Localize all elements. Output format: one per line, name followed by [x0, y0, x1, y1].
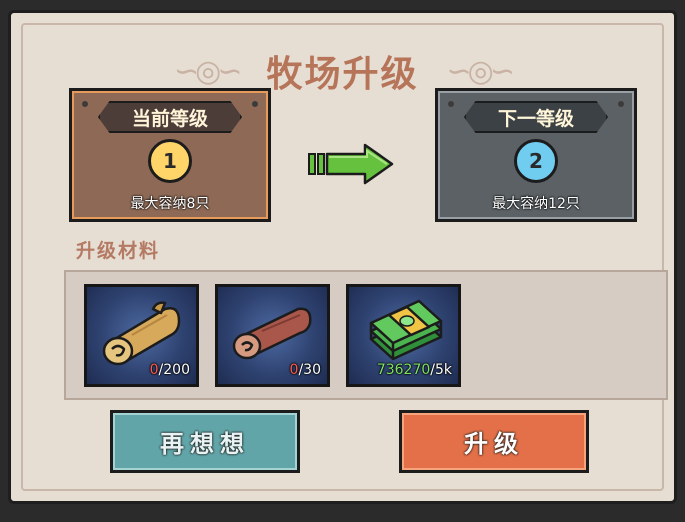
next-level-capacity: 最大容纳12只	[492, 196, 580, 212]
next-level-label: 下一等级	[464, 101, 608, 133]
material-slot-cash[interactable]: 736270/5k	[346, 284, 461, 387]
right-swirl-ornament-icon: ∽◎∽	[446, 53, 515, 89]
material-count: 736270/5k	[377, 362, 452, 378]
material-count: 0/30	[290, 362, 321, 378]
materials-label: 升级材料	[76, 240, 161, 262]
current-level-card: 当前等级 1 最大容纳8只	[69, 88, 271, 222]
arrow-right-icon	[308, 143, 394, 185]
material-count: 0/200	[150, 362, 190, 378]
next-level-card: 下一等级 2 最大容纳12只	[435, 88, 637, 222]
rivet-icon	[252, 101, 258, 107]
rivet-icon	[448, 101, 454, 107]
current-level-label: 当前等级	[98, 101, 242, 133]
current-level-capacity: 最大容纳8只	[130, 196, 210, 212]
current-level-badge: 1	[148, 139, 192, 183]
next-level-badge: 2	[514, 139, 558, 183]
materials-panel: 0/200 0/30 736270/5k	[64, 270, 668, 400]
dialog-title: 牧场升级	[266, 53, 419, 95]
material-need: /30	[298, 362, 321, 378]
rivet-icon	[82, 101, 88, 107]
material-have: 0	[149, 362, 159, 378]
material-slot-dark-log[interactable]: 0/30	[215, 284, 330, 387]
upgrade-button[interactable]: 升级	[399, 410, 589, 473]
material-need: /200	[158, 362, 190, 378]
material-slot-light-log[interactable]: 0/200	[84, 284, 199, 387]
material-have: 736270	[376, 362, 431, 378]
cancel-button[interactable]: 再想想	[110, 410, 300, 473]
material-need: /5k	[430, 362, 452, 378]
left-swirl-ornament-icon: ∽◎∽	[174, 53, 242, 89]
rivet-icon	[618, 101, 624, 107]
